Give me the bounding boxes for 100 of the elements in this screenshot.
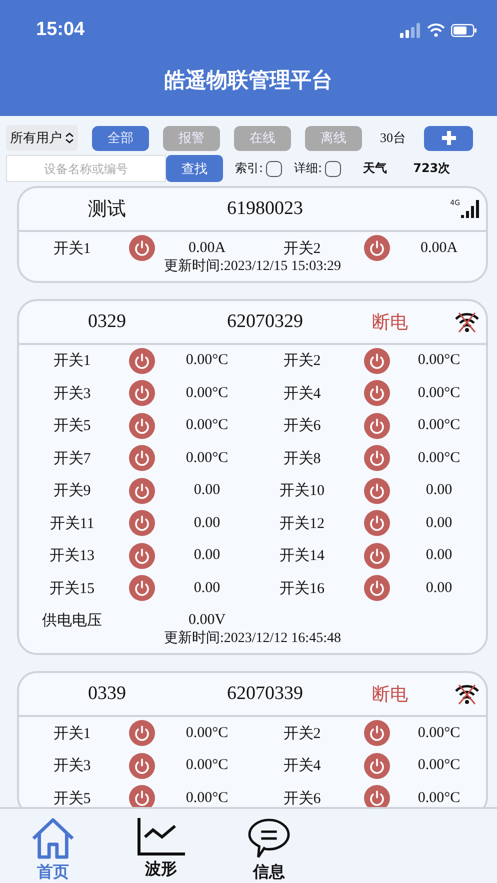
checkbox[interactable] <box>325 160 342 176</box>
switch-label: 开关3 <box>53 384 91 403</box>
switch-reading: 0.00°C <box>418 757 460 774</box>
switch-label: 开关6 <box>283 416 321 436</box>
nav-tab[interactable]: 信息 <box>238 817 300 883</box>
power-icon[interactable] <box>364 445 390 472</box>
power-icon[interactable] <box>364 380 390 406</box>
switch-reading: 0.00A <box>420 240 458 257</box>
switch-label: 开关2 <box>283 240 321 258</box>
power-icon[interactable] <box>364 720 390 746</box>
visit-count: 723次 <box>413 160 450 177</box>
power-icon[interactable] <box>129 412 155 439</box>
power-icon[interactable] <box>129 575 155 602</box>
switch-label: 开关4 <box>283 756 321 776</box>
power-icon[interactable] <box>129 720 155 746</box>
switch-reading: 0.00 <box>426 547 452 564</box>
power-icon[interactable] <box>129 478 155 504</box>
wifi-icon <box>427 23 445 37</box>
switch-reading: 0.00°C <box>186 384 228 402</box>
switch-label: 开关3 <box>53 756 91 776</box>
chat-icon <box>246 817 292 860</box>
power-icon[interactable] <box>364 412 390 439</box>
chevron-icon <box>65 132 74 144</box>
switch-reading: 0.00 <box>194 580 220 597</box>
option-label: 详细: <box>294 160 322 177</box>
switch-label: 开关4 <box>283 384 321 403</box>
switch-reading: 0.00°C <box>186 450 228 467</box>
search-button[interactable]: 查找 <box>166 155 223 182</box>
device-code: 62070329 <box>227 310 303 332</box>
switch-reading: 0.00A <box>188 240 226 257</box>
power-icon[interactable] <box>129 785 155 807</box>
device-code: 62070339 <box>227 683 303 705</box>
battery-icon <box>451 24 477 36</box>
switch-label: 开关16 <box>280 580 324 598</box>
switch-reading: 0.00°C <box>186 352 228 370</box>
switch-label: 开关12 <box>280 514 324 533</box>
voltage-reading: 0.00V <box>188 612 226 630</box>
switch-reading: 0.00°C <box>186 790 228 807</box>
update-time: 更新时间:2023/12/15 15:03:29 <box>163 257 342 276</box>
cellular-signal-icon <box>400 22 421 38</box>
switch-label: 开关2 <box>283 352 321 370</box>
power-icon[interactable] <box>364 235 390 262</box>
power-icon[interactable] <box>364 575 390 602</box>
nav-tab[interactable]: 首页 <box>22 817 84 883</box>
switch-reading: 0.00°C <box>418 352 460 370</box>
switch-label: 开关1 <box>53 240 91 258</box>
power-icon[interactable] <box>129 380 155 406</box>
option-label: 索引: <box>235 160 264 177</box>
power-icon[interactable] <box>129 752 155 779</box>
switch-label: 开关14 <box>280 546 324 566</box>
switch-label: 开关5 <box>53 790 91 807</box>
switch-reading: 0.00 <box>426 514 452 532</box>
power-icon[interactable] <box>129 235 155 262</box>
power-icon[interactable] <box>364 478 390 504</box>
device-code: 61980023 <box>227 198 303 220</box>
device-name: 测试 <box>88 198 126 222</box>
nav-tab[interactable]: 波形 <box>130 817 192 883</box>
checkbox[interactable] <box>266 160 282 176</box>
switch-reading: 0.00°C <box>186 724 228 742</box>
user-dropdown[interactable]: 所有用户 <box>6 125 78 151</box>
power-icon[interactable] <box>129 445 155 472</box>
power-icon[interactable] <box>364 785 390 807</box>
switch-label: 开关1 <box>53 352 91 370</box>
switch-label: 开关1 <box>53 724 91 743</box>
switch-label: 开关7 <box>53 450 91 468</box>
switch-label: 开关6 <box>283 790 321 807</box>
switch-reading: 0.00°C <box>186 417 228 434</box>
voltage-label: 供电电压 <box>42 612 102 630</box>
power-icon[interactable] <box>129 510 155 536</box>
switch-reading: 0.00°C <box>418 384 460 402</box>
line-chart-icon <box>136 817 186 857</box>
switch-label: 开关11 <box>50 514 94 533</box>
switch-label: 开关10 <box>280 482 324 500</box>
plus-icon <box>440 130 456 146</box>
switch-reading: 0.00 <box>194 482 220 500</box>
search-field[interactable]: 设备名称或编号 <box>6 155 166 182</box>
filter-tab[interactable]: 全部 <box>92 126 149 150</box>
power-icon[interactable] <box>364 510 390 536</box>
switch-label: 开关5 <box>53 416 91 436</box>
power-icon[interactable] <box>364 752 390 779</box>
switch-reading: 0.00 <box>426 580 452 597</box>
device-name: 0339 <box>88 683 126 705</box>
device-status: 断电 <box>372 683 408 706</box>
power-icon[interactable] <box>129 348 155 374</box>
power-icon[interactable] <box>364 348 390 374</box>
status-time: 15:04 <box>36 19 85 41</box>
weather-link[interactable]: 天气 <box>363 160 388 177</box>
switch-label: 开关15 <box>50 580 94 598</box>
power-icon[interactable] <box>364 542 390 569</box>
device-count: 30台 <box>379 129 407 147</box>
switch-label: 开关9 <box>53 482 91 500</box>
switch-label: 开关13 <box>50 546 94 566</box>
device-status: 断电 <box>372 310 408 334</box>
add-button[interactable] <box>424 126 473 150</box>
device-name: 0329 <box>88 310 126 332</box>
switch-reading: 0.00°C <box>418 450 460 467</box>
switch-reading: 0.00 <box>194 514 220 532</box>
update-time: 更新时间:2023/12/12 16:45:48 <box>163 629 342 648</box>
power-icon[interactable] <box>129 542 155 569</box>
switch-reading: 0.00°C <box>418 417 460 434</box>
